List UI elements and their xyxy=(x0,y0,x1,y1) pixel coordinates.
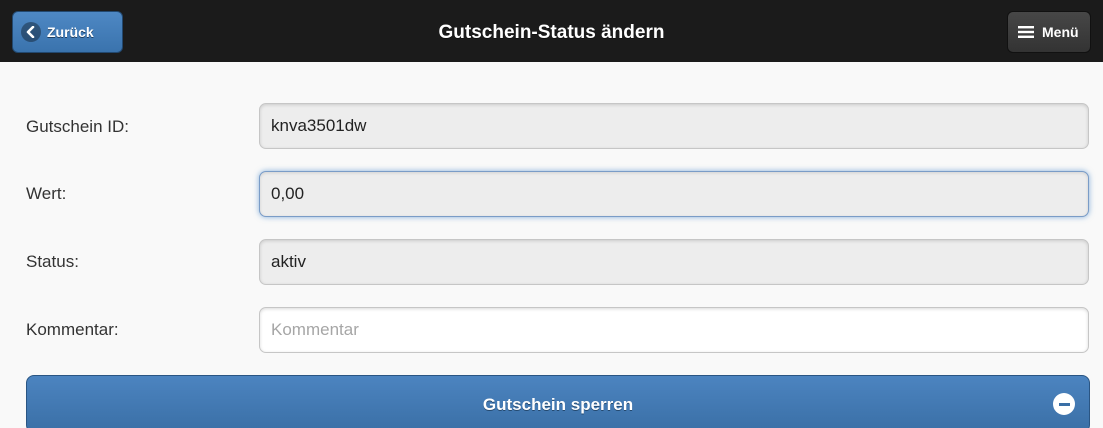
back-button[interactable]: Zurück xyxy=(12,11,123,53)
gutschein-sperren-button[interactable]: Gutschein sperren xyxy=(26,375,1090,428)
menu-button[interactable]: Menü xyxy=(1007,11,1091,53)
gutschein-id-field[interactable]: knva3501dw xyxy=(259,103,1089,149)
status-label: Status: xyxy=(26,252,79,271)
chevron-left-icon xyxy=(21,22,41,42)
hamburger-icon xyxy=(1018,25,1034,39)
menu-button-label: Menü xyxy=(1042,24,1079,40)
minus-circle-icon xyxy=(1053,393,1075,415)
page: Gutschein-Status ändern Zurück Menü Guts… xyxy=(0,0,1103,428)
gutschein-id-label: Gutschein ID: xyxy=(26,117,129,136)
kommentar-label: Kommentar: xyxy=(26,320,119,339)
status-field[interactable]: aktiv xyxy=(259,239,1089,285)
header-bar: Gutschein-Status ändern Zurück Menü xyxy=(0,0,1103,62)
wert-field[interactable]: 0,00 xyxy=(259,171,1089,217)
gutschein-sperren-label: Gutschein sperren xyxy=(482,395,634,414)
back-button-label: Zurück xyxy=(47,24,94,40)
page-title: Gutschein-Status ändern xyxy=(438,22,665,43)
kommentar-input[interactable] xyxy=(259,307,1089,353)
wert-label: Wert: xyxy=(26,184,67,203)
